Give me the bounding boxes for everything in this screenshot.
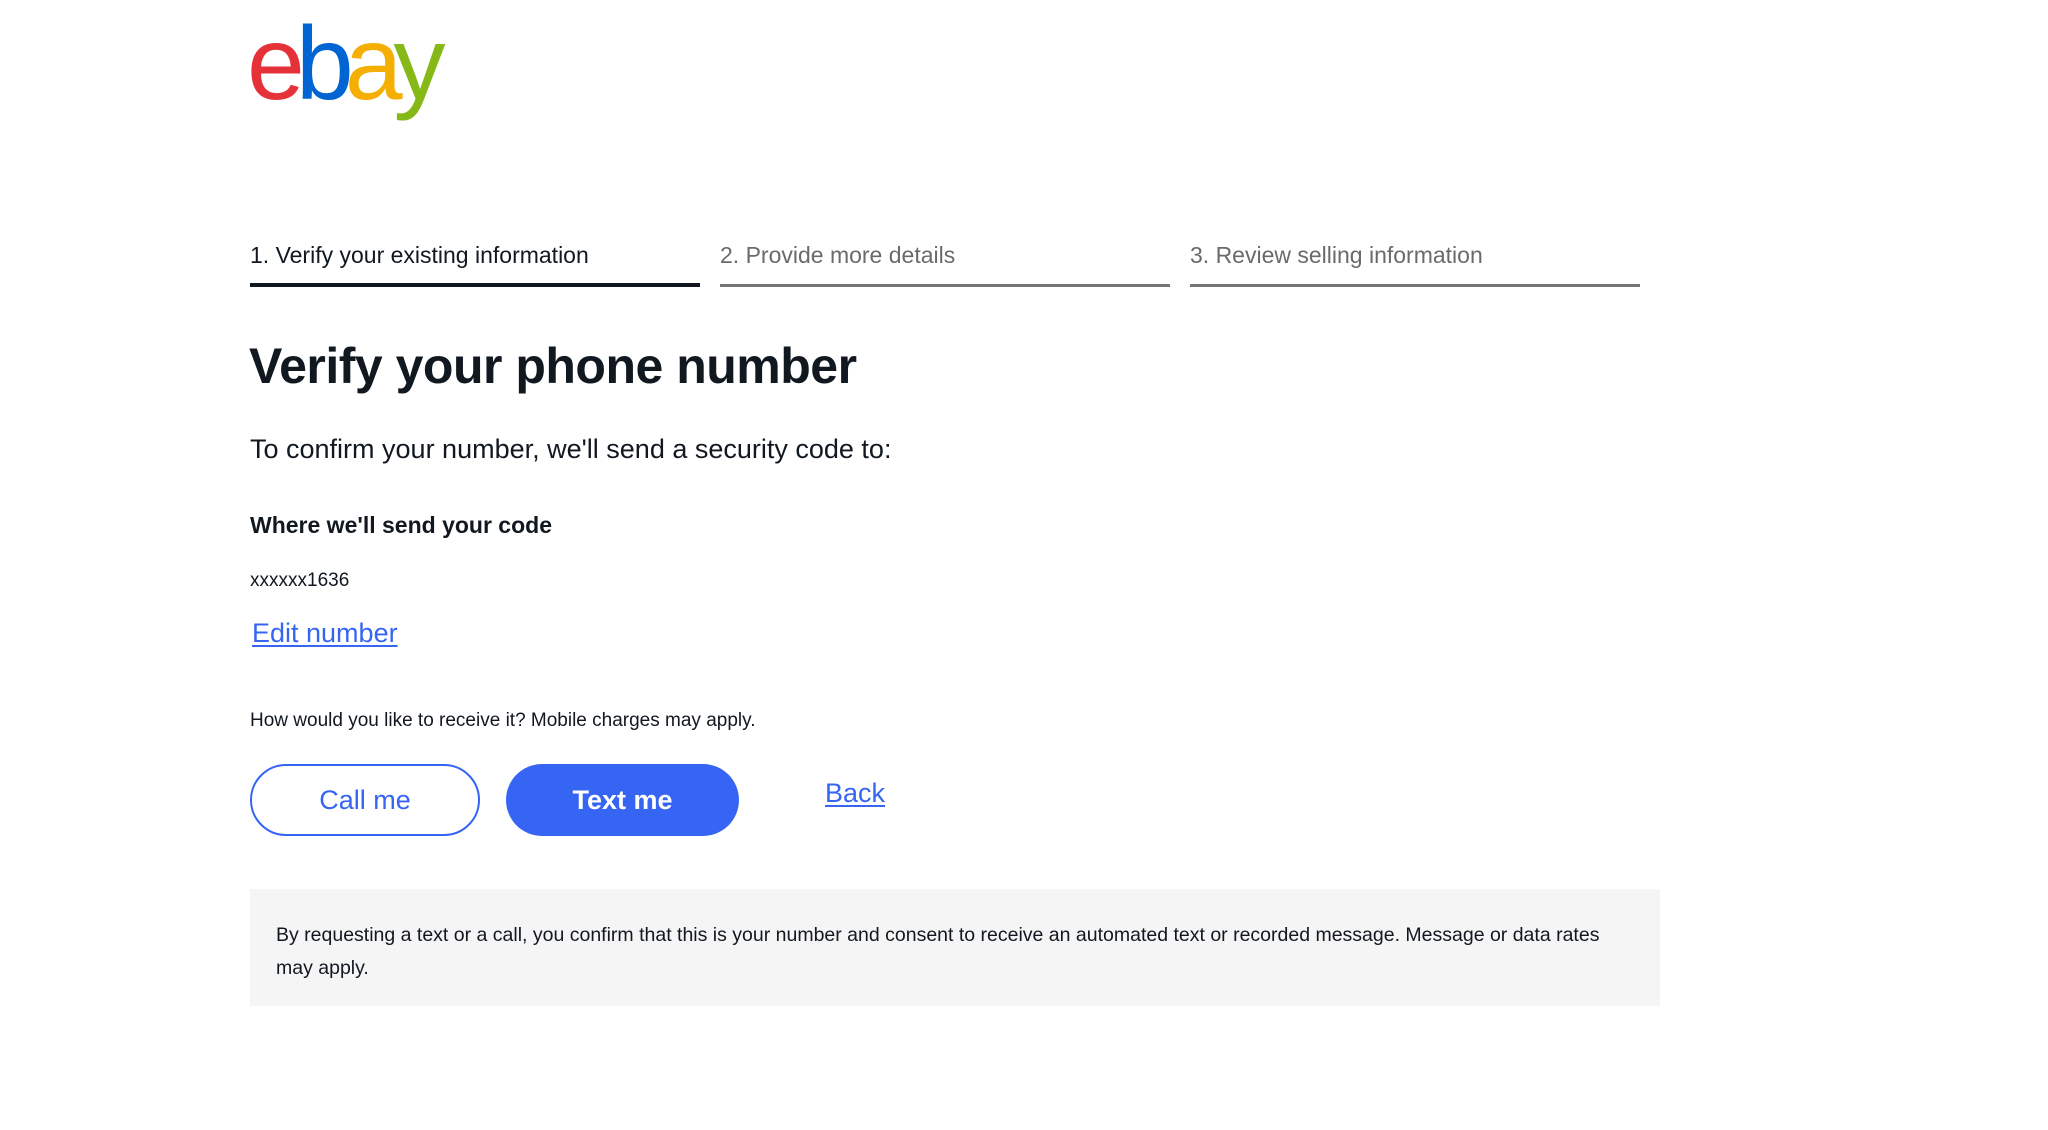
page-title: Verify your phone number <box>249 338 857 394</box>
step-provide-more-details: 2. Provide more details <box>720 242 1170 287</box>
delivery-method-question: How would you like to receive it? Mobile… <box>250 710 756 731</box>
edit-number-link[interactable]: Edit number <box>252 618 398 649</box>
page: ebay 1. Verify your existing information… <box>0 0 2048 1130</box>
text-me-button[interactable]: Text me <box>506 764 739 836</box>
logo-letter-e: e <box>247 6 305 122</box>
logo-letter-a: a <box>344 6 403 122</box>
step-verify-existing-info: 1. Verify your existing information <box>250 242 700 287</box>
logo-letter-b: b <box>295 6 354 122</box>
call-me-button[interactable]: Call me <box>250 764 480 836</box>
intro-text: To confirm your number, we'll send a sec… <box>250 434 892 464</box>
progress-stepper: 1. Verify your existing information 2. P… <box>250 242 1640 287</box>
consent-disclaimer-text: By requesting a text or a call, you conf… <box>276 924 1600 979</box>
back-link[interactable]: Back <box>825 778 885 809</box>
consent-disclaimer-box: By requesting a text or a call, you conf… <box>250 889 1660 1006</box>
ebay-logo[interactable]: ebay <box>247 6 446 122</box>
step-review-selling-info: 3. Review selling information <box>1190 242 1640 287</box>
logo-letter-y: y <box>393 6 446 122</box>
destination-label: Where we'll send your code <box>250 512 552 538</box>
masked-phone-number: xxxxxx1636 <box>250 570 350 591</box>
